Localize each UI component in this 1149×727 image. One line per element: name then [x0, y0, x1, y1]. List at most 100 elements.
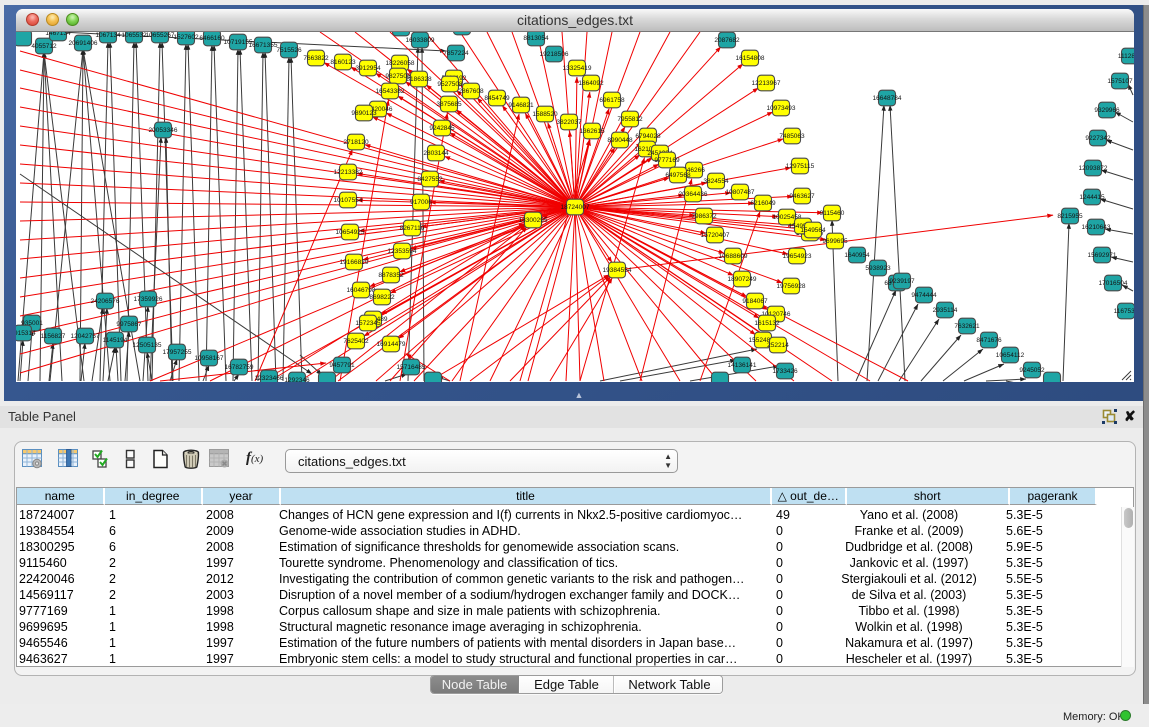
- svg-text:5938923: 5938923: [865, 265, 891, 272]
- svg-text:13325419: 13325419: [563, 65, 592, 72]
- svg-text:1167533: 1167533: [1114, 308, 1134, 315]
- svg-text:1065532: 1065532: [121, 32, 147, 39]
- svg-text:1112843: 1112843: [1118, 53, 1134, 60]
- svg-text:1733426: 1733426: [772, 368, 798, 375]
- svg-text:9227342: 9227342: [1085, 135, 1111, 142]
- svg-text:12093872: 12093872: [1079, 165, 1108, 172]
- svg-text:12042757: 12042757: [71, 333, 100, 340]
- svg-text:8215955: 8215955: [1057, 213, 1083, 220]
- svg-text:15716485: 15716485: [397, 364, 426, 371]
- svg-text:9245052: 9245052: [1019, 367, 1045, 374]
- svg-text:10973493: 10973493: [767, 105, 796, 112]
- svg-text:6497568: 6497568: [665, 172, 691, 179]
- svg-text:1362615: 1362615: [579, 128, 605, 135]
- svg-text:16033809: 16033809: [406, 37, 435, 44]
- svg-text:3875685: 3875685: [436, 101, 462, 108]
- svg-text:16154808: 16154808: [736, 55, 765, 62]
- svg-text:7955812: 7955812: [617, 116, 643, 123]
- svg-text:1572345: 1572345: [355, 320, 381, 327]
- svg-text:1244415: 1244415: [1079, 194, 1105, 201]
- svg-text:3822037: 3822037: [556, 119, 582, 126]
- svg-text:16543382: 16543382: [376, 88, 405, 95]
- svg-text:12353594: 12353594: [388, 248, 417, 255]
- svg-text:1156827: 1156827: [41, 333, 66, 340]
- svg-text:1864092: 1864092: [578, 80, 604, 87]
- svg-text:20053346: 20053346: [149, 127, 178, 134]
- svg-text:16782759: 16782759: [225, 364, 254, 371]
- svg-text:15720407: 15720407: [701, 232, 730, 239]
- svg-text:10654925: 10654925: [336, 229, 365, 236]
- svg-text:7625402: 7625402: [343, 338, 369, 345]
- svg-text:6961758: 6961758: [599, 97, 625, 104]
- svg-text:9184067: 9184067: [742, 298, 768, 305]
- svg-text:3915314: 3915314: [16, 330, 36, 337]
- svg-text:2867608: 2867608: [458, 88, 484, 95]
- svg-text:3824554: 3824554: [703, 178, 729, 185]
- svg-text:6216049: 6216049: [750, 200, 776, 207]
- svg-text:8160123: 8160123: [330, 59, 356, 66]
- svg-text:9463627: 9463627: [789, 193, 815, 200]
- svg-text:1067134: 1067134: [95, 32, 121, 39]
- svg-text:17359926: 17359926: [134, 296, 163, 303]
- svg-text:9115460: 9115460: [820, 210, 845, 217]
- svg-text:10688609: 10688609: [719, 253, 748, 260]
- svg-text:1588520: 1588520: [532, 111, 558, 118]
- svg-text:6794028: 6794028: [635, 133, 661, 140]
- svg-text:7485063: 7485063: [779, 133, 805, 140]
- svg-text:9242845: 9242845: [429, 125, 455, 132]
- svg-text:16671355: 16671355: [249, 42, 278, 49]
- svg-text:6466160: 6466160: [199, 35, 225, 42]
- svg-text:1549564: 1549564: [800, 227, 826, 234]
- svg-text:19654923: 19654923: [783, 253, 812, 260]
- svg-text:2087682: 2087682: [714, 37, 740, 44]
- svg-text:8813054: 8813054: [523, 35, 549, 42]
- svg-text:252214: 252214: [767, 342, 789, 349]
- svg-text:8990448: 8990448: [607, 137, 633, 144]
- svg-text:19384554: 19384554: [603, 267, 632, 274]
- svg-text:18907249: 18907249: [728, 276, 757, 283]
- svg-text:18724007: 18724007: [561, 204, 590, 211]
- svg-text:8427552: 8427552: [417, 176, 443, 183]
- svg-text:2718120: 2718120: [343, 139, 369, 146]
- svg-text:10807487: 10807487: [726, 189, 755, 196]
- svg-text:9975867: 9975867: [116, 321, 142, 328]
- svg-text:12975115: 12975115: [786, 163, 815, 170]
- svg-text:1640954: 1640954: [844, 252, 870, 259]
- svg-text:7986372: 7986372: [691, 213, 717, 220]
- svg-text:9890123: 9890123: [351, 110, 377, 117]
- svg-text:9474444: 9474444: [911, 292, 937, 299]
- svg-text:9239197: 9239197: [889, 278, 915, 285]
- svg-text:17957255: 17957255: [163, 349, 192, 356]
- svg-text:18300295: 18300295: [519, 217, 548, 224]
- svg-text:1615132: 1615132: [754, 320, 780, 327]
- svg-text:4055712: 4055712: [31, 43, 57, 50]
- svg-text:10655267: 10655267: [146, 32, 175, 39]
- svg-text:1527602: 1527602: [173, 34, 199, 41]
- svg-text:7632621: 7632621: [954, 323, 980, 330]
- svg-text:17016504: 17016504: [1099, 280, 1128, 287]
- svg-text:8267110: 8267110: [400, 225, 425, 232]
- svg-text:9146821: 9146821: [508, 102, 534, 109]
- svg-text:16210643: 16210643: [1082, 224, 1111, 231]
- svg-text:9457791: 9457791: [329, 362, 355, 369]
- svg-text:20691406: 20691406: [69, 40, 98, 47]
- svg-text:2803144: 2803144: [423, 150, 449, 157]
- svg-text:12213382: 12213382: [334, 169, 363, 176]
- svg-text:8698222: 8698222: [369, 294, 395, 301]
- svg-text:7663822: 7663822: [303, 55, 329, 62]
- svg-text:12323466: 12323466: [255, 375, 284, 382]
- svg-text:8878352: 8878352: [378, 272, 404, 279]
- svg-text:19756928: 19756928: [777, 283, 806, 290]
- svg-text:15692971: 15692971: [1088, 252, 1117, 259]
- svg-text:7515526: 7515526: [276, 47, 302, 54]
- svg-text:16914479: 16914479: [377, 341, 406, 348]
- svg-text:1145194: 1145194: [103, 337, 128, 344]
- svg-text:14136141: 14136141: [728, 362, 757, 369]
- svg-text:12213967: 12213967: [752, 80, 781, 87]
- svg-text:8471676: 8471676: [976, 337, 1002, 344]
- svg-text:7857224: 7857224: [443, 50, 469, 57]
- svg-text:8454749: 8454749: [484, 95, 510, 102]
- svg-text:2935114: 2935114: [933, 307, 958, 314]
- svg-text:16046798: 16046798: [347, 287, 376, 294]
- svg-text:1467134: 1467134: [45, 32, 71, 37]
